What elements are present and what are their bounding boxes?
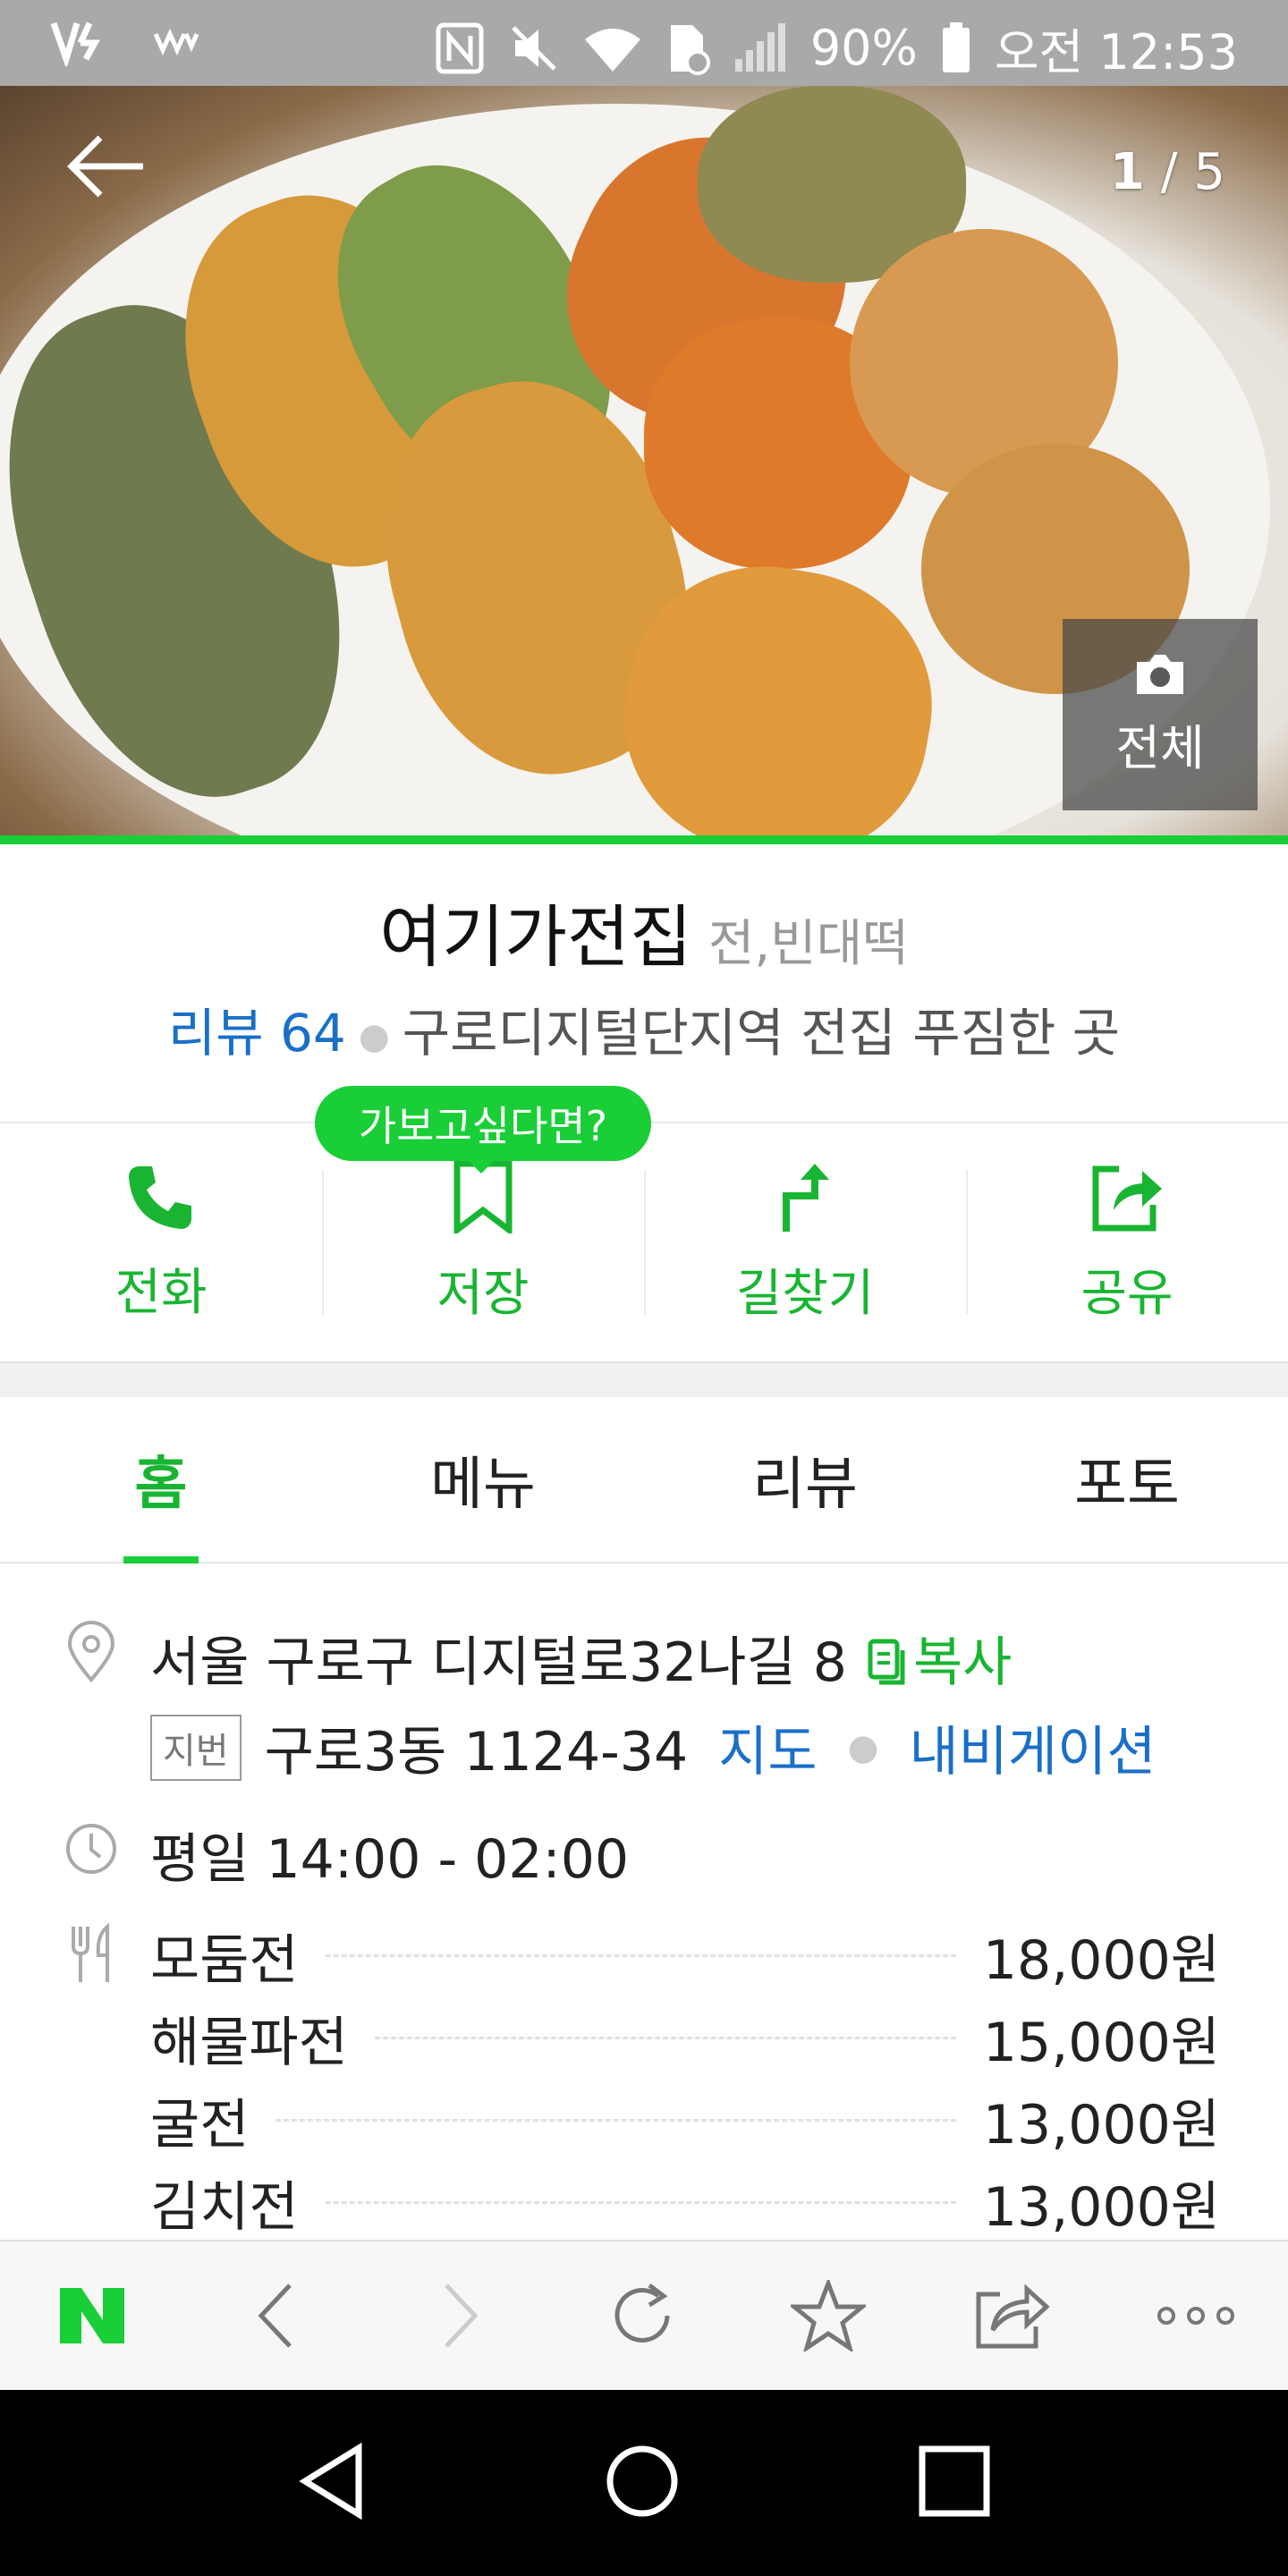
nav-recents-button[interactable] — [917, 2444, 992, 2522]
dotted-leader — [325, 1953, 956, 1957]
dotted-leader — [275, 2118, 956, 2122]
dotted-leader — [374, 2036, 956, 2039]
tab-menu[interactable]: 메뉴 — [322, 1397, 644, 1562]
app-notification-icon — [152, 23, 202, 59]
all-photos-button[interactable]: 전체 — [1063, 619, 1258, 810]
address-row: 서울 구로구 디지털로32나길 8 복사 — [150, 1619, 1012, 1697]
dotted-leader — [325, 2200, 956, 2204]
naver-logo-icon — [59, 2288, 124, 2343]
utensils-icon — [72, 1923, 109, 1982]
wifi-icon — [583, 23, 642, 73]
directions-label: 길찾기 — [735, 1264, 875, 1323]
bookmark-star-button[interactable] — [736, 2280, 920, 2351]
clock-icon — [66, 1824, 116, 1874]
menu-item-name: 굴전 — [150, 2093, 250, 2157]
data-off-icon — [665, 21, 710, 75]
section-gap — [0, 1361, 1288, 1397]
menu-item-price: 13,000원 — [982, 2093, 1220, 2157]
copy-address-button[interactable]: 복사 — [867, 1631, 1012, 1694]
reload-icon — [614, 2284, 670, 2343]
camera-icon — [1137, 654, 1183, 694]
battery-percent: 90% — [809, 20, 918, 76]
menu-item[interactable]: 김치전 13,000원 — [150, 2161, 1220, 2243]
navigation-link[interactable]: 내비게이션 — [909, 1708, 1156, 1786]
reload-button[interactable] — [552, 2280, 736, 2351]
arrow-left-icon — [67, 135, 143, 198]
square-recents-icon — [919, 2445, 990, 2517]
hero-photo[interactable]: 1 / 5 전체 — [0, 86, 1288, 835]
status-bar: 90% 오전 12:53 — [0, 0, 1288, 86]
location-pin-icon — [67, 1621, 115, 1683]
system-nav-bar — [0, 2390, 1288, 2576]
tab-bar: 홈 메뉴 리뷰 포토 — [0, 1397, 1288, 1563]
menu-item[interactable]: 굴전 13,000원 — [150, 2079, 1220, 2161]
lot-address-row: 지번 구로3동 1124-34 지도 ● 내비게이션 — [150, 1708, 1156, 1786]
call-button[interactable]: 전화 — [0, 1123, 322, 1361]
menu-item[interactable]: 모둠전 18,000원 — [150, 1914, 1220, 1996]
business-hours: 평일 14:00 - 02:00 — [150, 1828, 630, 1891]
lot-address: 구로3동 1124-34 — [264, 1721, 689, 1784]
browser-share-button[interactable] — [920, 2280, 1105, 2351]
menu-list: 모둠전 18,000원 해물파전 15,000원 굴전 13,000원 김치전 13,0… — [150, 1914, 1220, 2243]
place-description: 구로디지털단지역 전집 푸짐한 곳 — [402, 1003, 1121, 1063]
menu-item-name: 해물파전 — [150, 2011, 348, 2074]
circle-home-icon — [606, 2445, 678, 2517]
road-address: 서울 구로구 디지털로32나길 8 — [150, 1631, 847, 1694]
menu-item-price: 13,000원 — [982, 2175, 1220, 2239]
nfc-icon — [435, 21, 485, 75]
menu-item-name: 김치전 — [150, 2175, 299, 2239]
triangle-back-icon — [299, 2442, 362, 2521]
place-name: 여기가전집 — [379, 897, 692, 977]
call-label: 전화 — [114, 1263, 208, 1322]
share-icon — [976, 2284, 1051, 2349]
all-photos-label: 전체 — [1115, 719, 1205, 776]
menu-item[interactable]: 해물파전 15,000원 — [150, 1996, 1220, 2079]
more-dots-icon — [1157, 2307, 1235, 2325]
nav-back-button[interactable] — [296, 2441, 368, 2525]
battery-icon — [941, 21, 971, 74]
menu-item-name: 모둠전 — [150, 1928, 299, 1992]
separator-dot: ● — [847, 1726, 879, 1768]
accent-bar — [0, 835, 1288, 844]
tab-photos[interactable]: 포토 — [966, 1397, 1288, 1562]
browser-back-button[interactable] — [184, 2280, 369, 2351]
tab-home[interactable]: 홈 — [0, 1397, 322, 1563]
share-label: 공유 — [1080, 1264, 1174, 1323]
tab-reviews[interactable]: 리뷰 — [644, 1397, 966, 1562]
clock: 오전 12:53 — [994, 24, 1238, 80]
carrier-logo-icon — [50, 16, 122, 66]
directions-icon — [783, 1163, 829, 1232]
copy-icon — [868, 1639, 905, 1685]
directions-button[interactable]: 길찾기 — [644, 1123, 966, 1361]
chevron-right-icon — [445, 2284, 479, 2348]
lot-badge: 지번 — [150, 1714, 242, 1781]
browser-toolbar — [0, 2240, 1288, 2390]
separator-dot: ● — [358, 1015, 390, 1057]
place-title: 여기가전집 전,빈대떡 — [0, 882, 1288, 980]
place-category: 전,빈대떡 — [708, 915, 909, 973]
nav-home-button[interactable] — [602, 2441, 682, 2525]
review-count-link[interactable]: 리뷰 64 — [168, 1003, 346, 1063]
star-icon — [790, 2280, 866, 2351]
place-subtitle: 리뷰 64 ● 구로디지털단지역 전집 푸짐한 곳 — [0, 991, 1288, 1066]
chevron-left-icon — [258, 2284, 292, 2348]
copy-label: 복사 — [912, 1631, 1013, 1694]
share-icon — [1092, 1165, 1162, 1231]
photo-counter: 1 / 5 — [1109, 143, 1225, 201]
more-button[interactable] — [1104, 2302, 1288, 2329]
action-bar: 전화 저장 길찾기 공유 — [0, 1123, 1288, 1361]
save-tooltip[interactable]: 가보고싶다면? — [315, 1086, 651, 1174]
signal-icon — [733, 22, 787, 73]
menu-item-price: 18,000원 — [982, 1928, 1220, 1992]
share-button[interactable]: 공유 — [966, 1123, 1288, 1361]
back-button[interactable] — [63, 131, 152, 206]
mute-icon — [508, 22, 560, 74]
browser-forward-button[interactable] — [368, 2280, 552, 2351]
save-label: 저장 — [436, 1264, 530, 1323]
phone-icon — [129, 1165, 191, 1229]
menu-item-price: 15,000원 — [982, 2011, 1220, 2074]
naver-home-button[interactable] — [0, 2284, 184, 2347]
map-link[interactable]: 지도 — [718, 1708, 817, 1786]
